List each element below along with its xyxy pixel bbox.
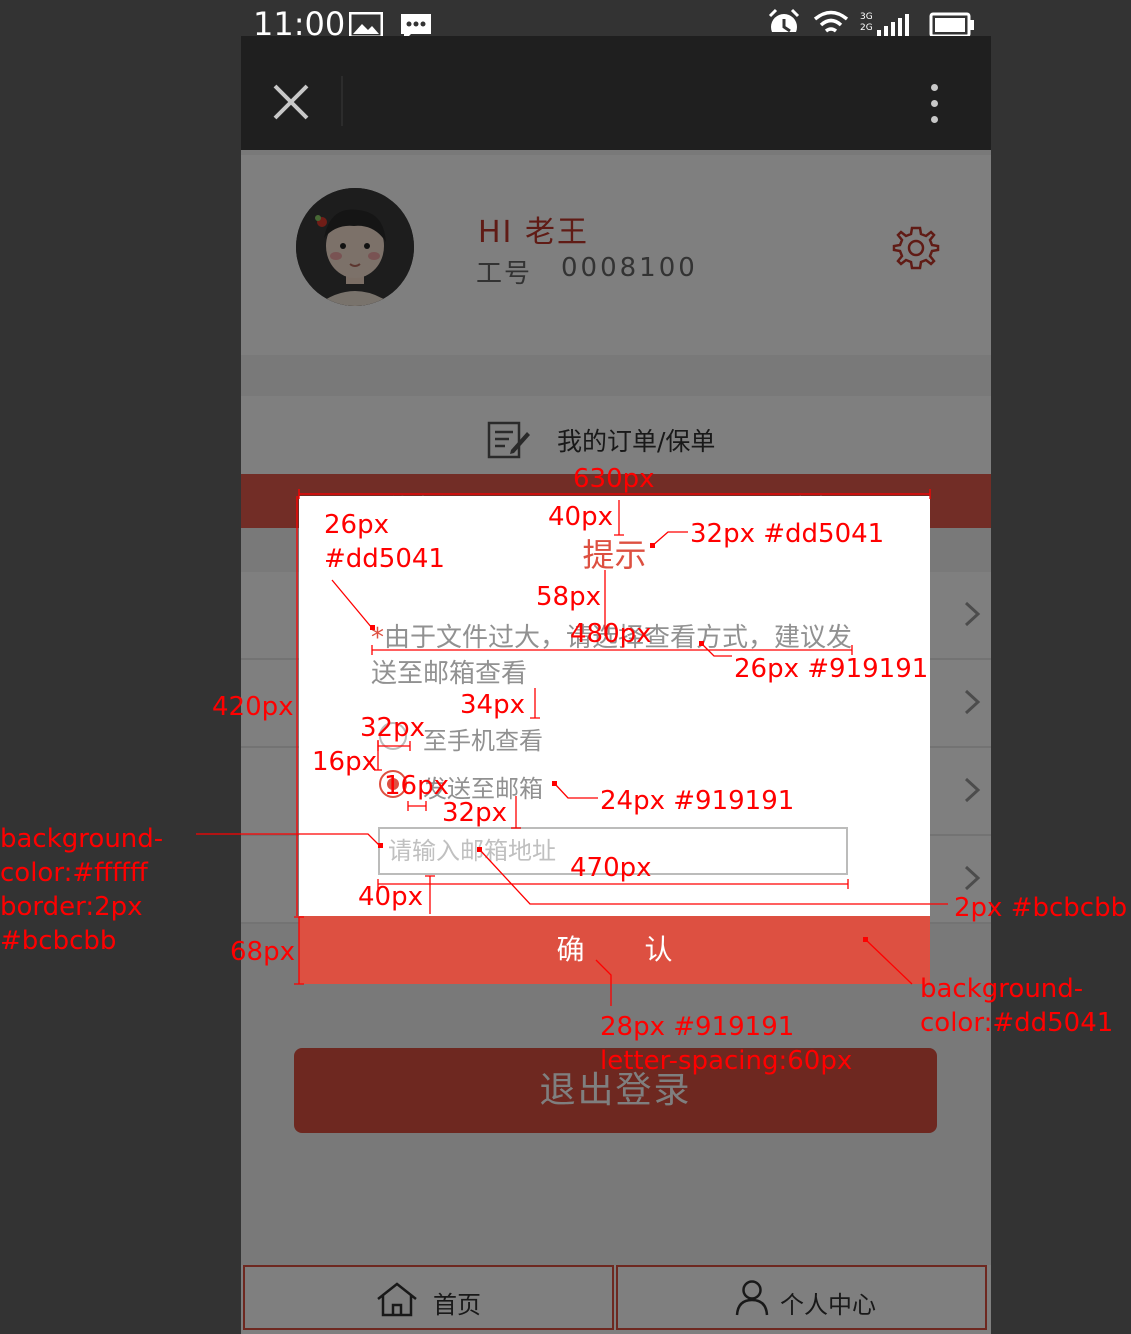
annotation: 420px	[212, 692, 294, 722]
annotation: 24px #919191	[600, 786, 795, 816]
annotation: 40px	[548, 502, 613, 532]
annotation-lines	[196, 489, 948, 1006]
annotation: letter-spacing:60px	[600, 1046, 853, 1076]
annotation: 28px #919191	[600, 1012, 795, 1042]
annotation: color:#ffffff	[0, 858, 148, 888]
annotation: 32px #dd5041	[690, 519, 885, 549]
annotation: 470px	[570, 853, 652, 883]
annotation: color:#dd5041	[920, 1008, 1114, 1038]
annotation: 16px	[312, 747, 377, 777]
annotation: 68px	[230, 937, 295, 967]
annotation: 40px	[358, 882, 423, 912]
annotation: 2px #bcbcbb	[954, 893, 1128, 923]
annotation: 16px	[384, 771, 449, 801]
annotation: #dd5041	[324, 544, 445, 574]
annotation: 32px	[360, 713, 425, 743]
annotation: 26px #919191	[734, 654, 929, 684]
annotation: 480px	[570, 619, 652, 649]
annotation: 34px	[460, 690, 525, 720]
annotation: 26px	[324, 510, 389, 540]
annotation: border:2px	[0, 892, 143, 922]
annotation: #bcbcbb	[0, 926, 117, 956]
annotation: background-	[0, 824, 164, 854]
annotation: 58px	[536, 582, 601, 612]
annotation: 630px	[573, 464, 655, 494]
annotation: 32px	[442, 798, 507, 828]
annotation: background-	[920, 974, 1084, 1004]
